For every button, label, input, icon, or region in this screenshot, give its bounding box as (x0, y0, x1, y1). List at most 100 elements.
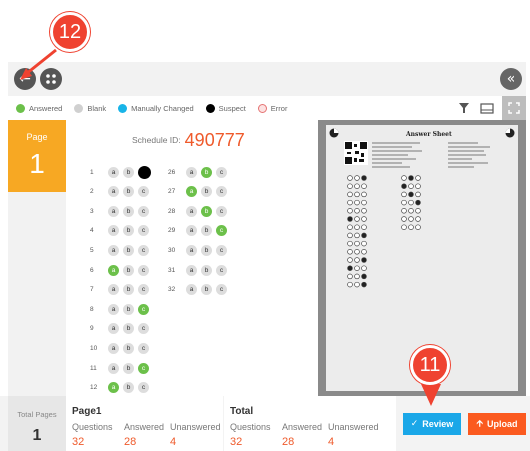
answer-bubble-a[interactable]: a (186, 166, 197, 178)
answer-bubble-c[interactable]: c (138, 205, 149, 217)
answer-bubble-b[interactable]: b (201, 284, 212, 296)
answer-bubble-b[interactable]: b (123, 225, 134, 237)
question-number: 4 (90, 227, 94, 235)
answer-bubble-a[interactable]: a (186, 284, 197, 296)
review-button[interactable]: ✓ Review (403, 413, 461, 435)
answer-bubble-b[interactable]: b (123, 264, 134, 276)
answer-bubble-b[interactable]: b (123, 244, 134, 256)
answer-bubble-c[interactable]: c (216, 166, 227, 178)
total-stats: Total Questions Answered Unanswered 32 2… (224, 396, 396, 451)
total-pages-label: Total Pages (17, 410, 57, 419)
answer-bubble-a[interactable]: a (108, 382, 119, 394)
sheet-bubble (347, 191, 353, 198)
answer-bubble-a[interactable]: a (186, 264, 197, 276)
sheet-bubble (415, 216, 421, 222)
answer-bubble-c[interactable]: c (138, 342, 149, 354)
answer-bubble-c[interactable]: c (216, 205, 227, 217)
sheet-bubble (354, 273, 360, 280)
sheet-bubble (361, 191, 367, 198)
answer-bubble-c[interactable]: c (216, 186, 227, 198)
sheet-bubble (361, 183, 367, 189)
sheet-bubble (401, 216, 407, 222)
answer-bubble-b[interactable]: b (123, 303, 134, 315)
page-answered-label: Answered (124, 422, 165, 432)
answer-bubble-a[interactable]: a (186, 225, 197, 237)
answer-bubble-c[interactable]: c (138, 186, 149, 198)
question-row: 28 a b c (168, 204, 231, 218)
answer-bubble-b[interactable]: b (123, 323, 134, 335)
answer-bubble-b[interactable]: b (201, 244, 212, 256)
answer-bubble-c[interactable]: c (138, 264, 149, 276)
filter-icon[interactable] (458, 102, 470, 114)
sheet-bubble (415, 175, 421, 181)
sheet-bubble (361, 216, 367, 222)
answer-bubble-c[interactable]: c (138, 303, 149, 315)
answer-bubble-a[interactable]: a (108, 225, 119, 237)
sheet-bubble (347, 199, 353, 206)
answer-bubble-b[interactable]: b (201, 225, 212, 237)
sheet-bubble (401, 183, 407, 189)
sheet-bubble (347, 257, 353, 263)
answer-bubble-a[interactable]: a (186, 186, 197, 198)
sheet-bubble (415, 183, 421, 189)
answer-bubble-b[interactable]: b (201, 205, 212, 217)
answer-bubble-b[interactable]: b (123, 166, 134, 178)
answer-bubble-a[interactable]: a (108, 166, 119, 178)
answer-bubble-b[interactable]: b (123, 205, 134, 217)
sheet-bubble (408, 191, 414, 198)
check-icon: ✓ (410, 419, 419, 429)
answer-bubble-c[interactable]: c (216, 225, 227, 237)
answer-bubble-b[interactable]: b (201, 166, 212, 178)
answer-bubble-c[interactable]: c (138, 362, 149, 374)
answer-bubble-c[interactable] (138, 165, 151, 179)
answer-bubble-b[interactable]: b (123, 362, 134, 374)
answer-bubble-c[interactable]: c (138, 382, 149, 394)
answer-bubble-a[interactable]: a (108, 342, 119, 354)
page-indicator[interactable]: Page 1 (8, 120, 66, 192)
question-row: 26 a b c (168, 165, 231, 179)
answer-bubble-a[interactable]: a (108, 284, 119, 296)
page-unanswered-value: 4 (170, 436, 177, 448)
answer-bubble-c[interactable]: c (138, 244, 149, 256)
answer-bubble-b[interactable]: b (123, 186, 134, 198)
answer-bubble-b[interactable]: b (123, 284, 134, 296)
answer-bubble-b[interactable]: b (201, 264, 212, 276)
layout-icon[interactable] (480, 102, 494, 114)
question-number: 6 (90, 266, 94, 274)
page-number: 1 (29, 148, 45, 179)
answer-bubble-a[interactable]: a (108, 323, 119, 335)
question-number: 10 (90, 344, 98, 352)
legend-blank: Blank (74, 103, 106, 113)
question-row: 30 a b c (168, 243, 231, 257)
answer-bubble-a[interactable]: a (108, 244, 119, 256)
answer-bubble-c[interactable]: c (216, 244, 227, 256)
answer-bubble-c[interactable]: c (138, 284, 149, 296)
answer-bubble-c[interactable]: c (138, 225, 149, 237)
answer-bubble-b[interactable]: b (201, 186, 212, 198)
answer-bubble-a[interactable]: a (186, 244, 197, 256)
question-row: 9 abc (90, 322, 153, 336)
total-pages-value: 1 (32, 427, 42, 444)
question-number: 2 (90, 188, 94, 196)
fullscreen-button[interactable] (502, 96, 526, 120)
question-number: 7 (90, 286, 94, 294)
answer-bubble-b[interactable]: b (123, 382, 134, 394)
question-number: 29 (168, 227, 176, 235)
answer-bubble-a[interactable]: a (108, 264, 119, 276)
answer-bubble-a[interactable]: a (108, 186, 119, 198)
answer-bubble-a[interactable]: a (186, 205, 197, 217)
upload-button[interactable]: 🡩 Upload (468, 413, 526, 435)
upload-arrow-icon: 🡩 (476, 419, 483, 429)
sheet-bubble (354, 257, 360, 263)
answer-bubble-a[interactable]: a (108, 205, 119, 217)
upload-label: Upload (486, 419, 518, 429)
answer-bubble-a[interactable]: a (108, 362, 119, 374)
answer-bubble-a[interactable]: a (108, 303, 119, 315)
collapse-button[interactable]: « (500, 68, 522, 90)
answer-bubble-c[interactable]: c (138, 323, 149, 335)
total-pages-box: Total Pages 1 (8, 396, 66, 451)
answer-bubble-c[interactable]: c (216, 264, 227, 276)
answer-bubble-c[interactable]: c (216, 284, 227, 296)
sheet-bubble (354, 216, 360, 222)
answer-bubble-b[interactable]: b (123, 342, 134, 354)
